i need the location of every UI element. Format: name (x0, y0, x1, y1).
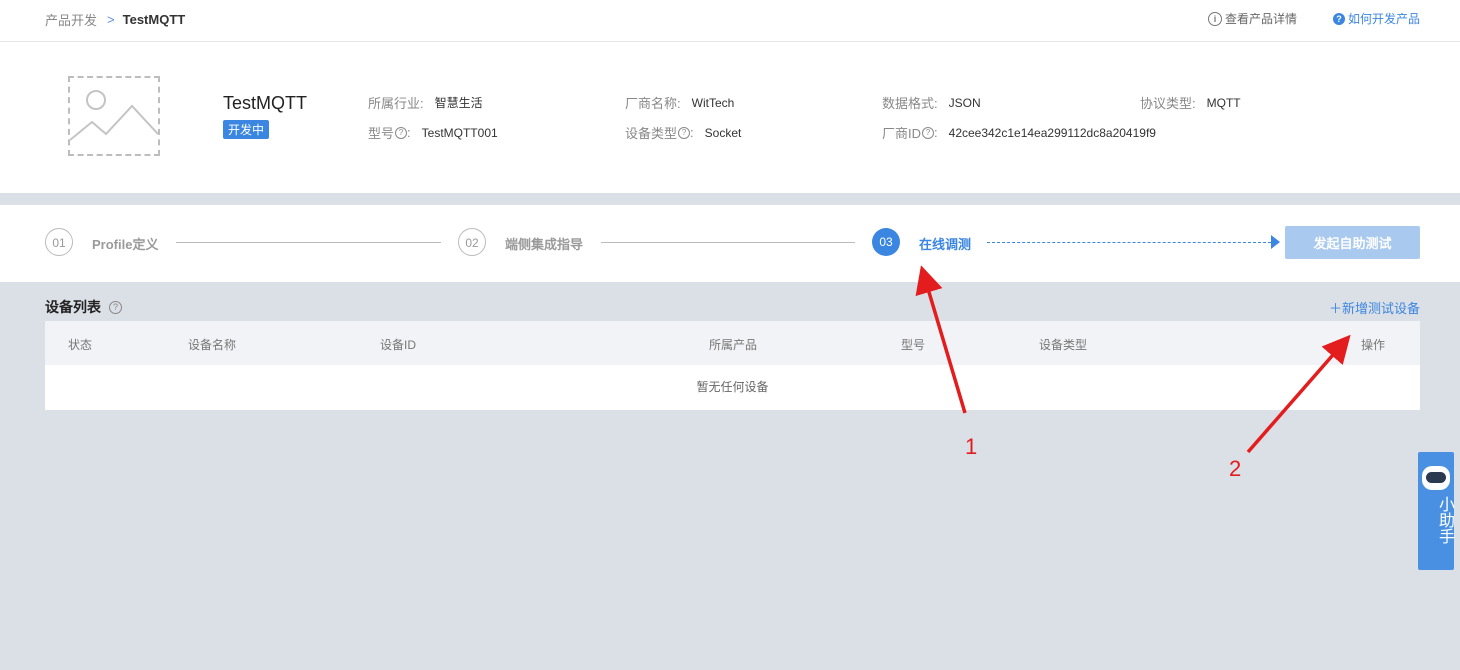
product-name: TestMQTT (223, 93, 307, 113)
product-image-placeholder (68, 76, 160, 156)
device-type-value: Socket (704, 125, 742, 140)
device-table: 状态 设备名称 设备ID 所属产品 型号 设备类型 操作 暂无任何设备 (45, 321, 1420, 410)
vendor-value: WitTech (691, 95, 735, 110)
step-3-label[interactable]: 在线调测 (919, 234, 971, 253)
top-bar: 产品开发 > TestMQTT i 查看产品详情 ? 如何开发产品 (0, 0, 1460, 42)
step-1-label[interactable]: Profile定义 (92, 234, 158, 253)
column-header-actions: 操作 (1361, 338, 1386, 352)
assistant-widget[interactable]: 小助手 (1418, 452, 1454, 570)
column-header-device-name: 设备名称 (188, 338, 237, 352)
step-connector-dashed (987, 242, 1271, 243)
annotation-number-2: 2 (1229, 456, 1242, 481)
device-list-title: 设备列表 ? (45, 297, 122, 317)
table-header: 状态 设备名称 设备ID 所属产品 型号 设备类型 操作 (45, 321, 1420, 365)
column-header-product: 所属产品 (709, 338, 758, 352)
protocol-label: 协议类型: (1140, 96, 1196, 111)
help-icon[interactable]: ? (109, 300, 122, 314)
robot-icon (1422, 466, 1450, 490)
device-type-label: 设备类型?: (625, 125, 694, 141)
step-connector (176, 242, 441, 243)
product-details-label: 查看产品详情 (1224, 12, 1297, 26)
industry-label: 所属行业: (368, 96, 424, 111)
model-label: 型号?: (368, 125, 411, 141)
step-1-circle[interactable]: 01 (45, 228, 73, 256)
column-header-model: 型号 (901, 338, 926, 352)
protocol-value: MQTT (1206, 95, 1241, 110)
device-type-field: 设备类型?: Socket (625, 123, 741, 142)
help-icon[interactable]: ? (678, 126, 691, 139)
step-2-label[interactable]: 端侧集成指导 (505, 234, 583, 253)
column-header-device-id: 设备ID (380, 338, 417, 352)
help-icon[interactable]: ? (922, 126, 935, 139)
vendor-field: 厂商名称: WitTech (625, 93, 734, 112)
product-details-link[interactable]: i 查看产品详情 (1207, 10, 1297, 27)
data-format-field: 数据格式: JSON (882, 93, 981, 112)
how-to-develop-link[interactable]: ? 如何开发产品 (1332, 10, 1420, 27)
data-format-value: JSON (948, 95, 981, 110)
breadcrumb-parent[interactable]: 产品开发 (45, 10, 97, 29)
breadcrumb: 产品开发 > TestMQTT (45, 10, 185, 29)
how-to-develop-label: 如何开发产品 (1347, 12, 1420, 26)
image-placeholder-icon (69, 90, 159, 141)
industry-value: 智慧生活 (434, 96, 483, 110)
self-test-button[interactable]: 发起自助测试 (1285, 226, 1420, 259)
breadcrumb-separator-icon: > (107, 12, 115, 27)
model-field: 型号?: TestMQTT001 (368, 123, 498, 142)
vendor-id-label: 厂商ID?: (882, 125, 938, 141)
status-badge: 开发中 (223, 120, 270, 139)
step-connector (601, 242, 855, 243)
info-icon: i (1207, 11, 1222, 26)
help-icon: ? (1332, 12, 1345, 25)
progress-steps: 01 Profile定义 02 端侧集成指导 03 在线调测 发起自助测试 (0, 205, 1460, 282)
model-value: TestMQTT001 (421, 125, 498, 140)
step-2-circle[interactable]: 02 (458, 228, 486, 256)
vendor-id-value: 42cee342c1e14ea299112dc8a20419f9 (948, 125, 1156, 140)
column-header-device-type: 设备类型 (1039, 338, 1088, 352)
help-icon[interactable]: ? (395, 126, 408, 139)
product-info-panel: TestMQTT 开发中 所属行业: 智慧生活 厂商名称: WitTech 数据… (0, 42, 1460, 193)
step-3-circle[interactable]: 03 (872, 228, 900, 256)
assistant-label: 小助手 (1436, 496, 1453, 544)
annotation-number-1: 1 (965, 434, 978, 459)
protocol-field: 协议类型: MQTT (1140, 93, 1241, 112)
breadcrumb-current: TestMQTT (122, 12, 186, 27)
device-list-title-text: 设备列表 (45, 299, 101, 315)
vendor-label: 厂商名称: (625, 96, 681, 111)
top-links: i 查看产品详情 ? 如何开发产品 (1207, 10, 1420, 27)
add-test-device-button[interactable]: ＋新增测试设备 (1329, 298, 1420, 317)
column-header-status: 状态 (68, 338, 93, 352)
industry-field: 所属行业: 智慧生活 (368, 93, 483, 112)
table-empty-row: 暂无任何设备 (45, 365, 1420, 410)
arrow-right-icon (1271, 235, 1280, 249)
vendor-id-field: 厂商ID?: 42cee342c1e14ea299112dc8a20419f9 (882, 123, 1156, 142)
data-format-label: 数据格式: (882, 96, 938, 111)
